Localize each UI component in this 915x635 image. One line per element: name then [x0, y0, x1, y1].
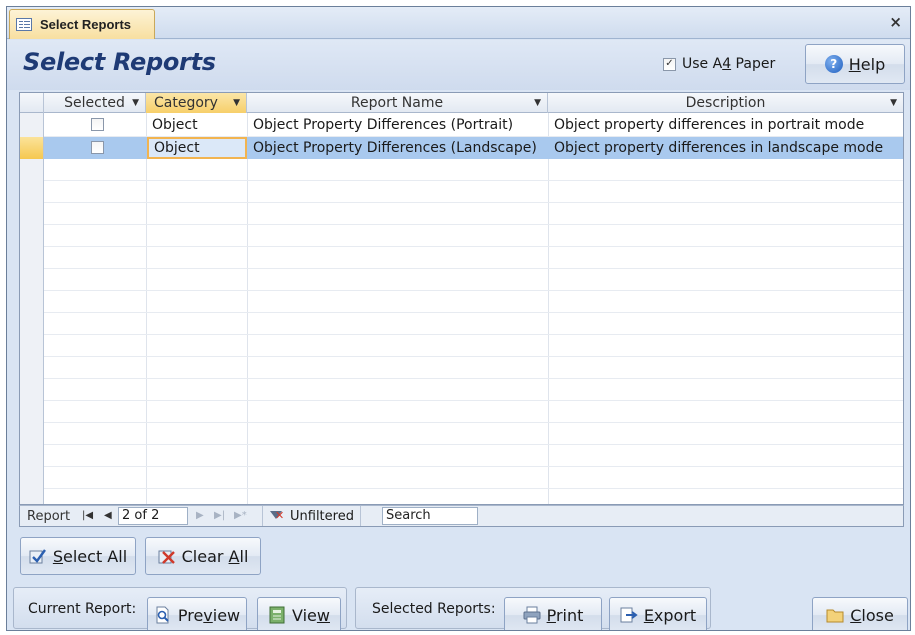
- use-a4-paper-label: Use A4 Paper: [682, 56, 776, 72]
- column-header-label: Category: [154, 95, 218, 111]
- cell-report-name[interactable]: Object Property Differences (Landscape): [248, 137, 548, 159]
- cell-category[interactable]: Object: [147, 114, 247, 136]
- select-all-label: Select All: [52, 546, 128, 566]
- preview-button[interactable]: Preview: [147, 597, 247, 630]
- grid-row-line: [44, 422, 903, 423]
- preview-label: Preview: [177, 605, 241, 625]
- grid-row-line: [44, 378, 903, 379]
- export-icon: [620, 606, 638, 624]
- grid-row-line: [44, 334, 903, 335]
- grid-row-line: [44, 268, 903, 269]
- selected-reports-label: Selected Reports:: [372, 601, 496, 617]
- column-header-label: Report Name: [350, 95, 444, 111]
- cell-category-editing[interactable]: Object: [147, 137, 247, 159]
- chevron-down-icon[interactable]: ▼: [132, 98, 139, 108]
- grid-row-line: [44, 246, 903, 247]
- close-window-icon[interactable]: ×: [889, 13, 902, 31]
- clear-all-icon: [158, 547, 176, 565]
- printer-icon: [523, 606, 541, 624]
- print-button[interactable]: Print: [504, 597, 602, 630]
- record-label: Report: [27, 509, 71, 524]
- previous-record-icon[interactable]: ◀: [104, 510, 112, 521]
- view-button[interactable]: View: [257, 597, 341, 630]
- column-header-category[interactable]: Category ▼: [146, 93, 247, 113]
- document-tab-bar: Select Reports ×: [7, 7, 910, 39]
- column-header-label: Selected: [64, 95, 125, 111]
- form-icon: [16, 18, 32, 31]
- first-record-icon[interactable]: |◀: [82, 510, 93, 521]
- cell-description[interactable]: Object property differences in portrait …: [549, 114, 903, 136]
- use-a4-paper-option[interactable]: ✓ Use A4 Paper: [663, 56, 775, 72]
- select-all-icon: [29, 547, 47, 565]
- grid-row-line: [44, 488, 903, 489]
- page-title: Select Reports: [23, 48, 216, 76]
- document-tab-select-reports[interactable]: Select Reports: [9, 9, 155, 39]
- grid-row-line: [44, 202, 903, 203]
- filter-status-label: Unfiltered: [290, 508, 354, 524]
- row-select-checkbox[interactable]: [91, 118, 104, 131]
- record-selector[interactable]: [20, 114, 44, 136]
- preview-icon: [154, 606, 172, 624]
- grid-divider: [548, 113, 549, 504]
- filter-toggle[interactable]: Unfiltered: [262, 506, 361, 526]
- print-label: Print: [546, 605, 584, 625]
- reports-datasheet[interactable]: Selected ▼ Category ▼ Report Name ▼ Descrip…: [19, 92, 904, 505]
- grid-divider: [146, 113, 147, 504]
- close-button[interactable]: Close: [812, 597, 908, 630]
- help-button[interactable]: ? Help: [805, 44, 905, 84]
- grid-row-line: [44, 444, 903, 445]
- last-record-icon[interactable]: ▶|: [214, 510, 225, 521]
- grid-row-line: [44, 290, 903, 291]
- select-all-button[interactable]: Select All: [20, 537, 136, 575]
- export-button[interactable]: Export: [609, 597, 707, 630]
- current-report-label: Current Report:: [28, 601, 137, 617]
- select-reports-window: Select Reports × Select Reports ✓ Use A4…: [6, 6, 911, 631]
- help-label: Help: [848, 54, 886, 74]
- column-header-selected[interactable]: Selected ▼: [44, 93, 146, 113]
- column-header-label: Description: [685, 95, 766, 111]
- datasheet-header: Selected ▼ Category ▼ Report Name ▼ Descrip…: [20, 93, 903, 113]
- grid-row-line: [44, 356, 903, 357]
- grid-divider: [247, 113, 248, 504]
- filter-icon: [269, 509, 285, 523]
- document-tab-label: Select Reports: [40, 17, 132, 32]
- export-label: Export: [643, 605, 697, 625]
- form-header: Select Reports ✓ Use A4 Paper ? Help: [7, 40, 910, 90]
- report-view-icon: [268, 606, 286, 624]
- search-input[interactable]: Search: [382, 507, 478, 525]
- new-record-icon[interactable]: ▶*: [234, 510, 247, 521]
- column-header-description[interactable]: Description ▼: [548, 93, 903, 113]
- grid-row-line: [44, 180, 903, 181]
- select-all-records-corner[interactable]: [20, 93, 44, 113]
- clear-all-button[interactable]: Clear All: [145, 537, 261, 575]
- column-header-report-name[interactable]: Report Name ▼: [247, 93, 548, 113]
- grid-row-line: [44, 466, 903, 467]
- record-navigation-bar: Report |◀ ◀ 2 of 2 ▶ ▶| ▶* Unfiltered Se…: [19, 505, 904, 527]
- close-label: Close: [850, 605, 894, 625]
- clear-all-label: Clear All: [181, 546, 249, 566]
- record-selector[interactable]: [20, 137, 44, 159]
- view-label: View: [292, 605, 330, 625]
- use-a4-paper-checkbox[interactable]: ✓: [663, 57, 676, 71]
- cell-report-name[interactable]: Object Property Differences (Portrait): [248, 114, 548, 136]
- chevron-down-icon[interactable]: ▼: [233, 98, 240, 108]
- table-row-selected[interactable]: Object Object Property Differences (Land…: [20, 137, 903, 159]
- grid-row-line: [44, 312, 903, 313]
- chevron-down-icon[interactable]: ▼: [890, 98, 897, 108]
- cell-description[interactable]: Object property differences in landscape…: [549, 137, 903, 159]
- grid-row-line: [44, 400, 903, 401]
- grid-row-line: [44, 224, 903, 225]
- chevron-down-icon[interactable]: ▼: [534, 98, 541, 108]
- row-select-checkbox[interactable]: [91, 141, 104, 154]
- table-row[interactable]: Object Object Property Differences (Port…: [20, 114, 903, 136]
- current-record-field[interactable]: 2 of 2: [118, 507, 188, 525]
- next-record-icon[interactable]: ▶: [196, 510, 204, 521]
- folder-close-icon: [826, 606, 844, 624]
- help-icon: ?: [824, 55, 843, 73]
